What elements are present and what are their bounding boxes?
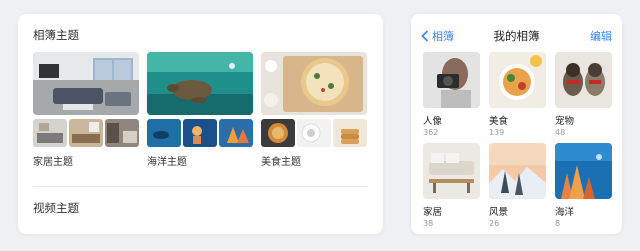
video-themes-title[interactable]: 视频主题 [33,200,79,216]
album-count: 26 [489,219,500,228]
album-count: 38 [423,219,434,228]
album-cover [489,143,546,199]
ocean-thumb-1 [147,119,181,147]
theme-food[interactable]: 美食主题 [261,52,367,168]
home-thumb-1 [33,119,67,147]
theme-label: 海洋主题 [147,157,187,168]
album-home[interactable]: 家居 38 [423,143,480,228]
ocean-theme-photo [147,52,253,115]
ocean-thumb-2 [183,119,217,147]
food-thumb-1 [261,119,295,147]
album-food[interactable]: 美食 139 [489,52,546,137]
divider [33,186,368,187]
back-button[interactable]: 相簿 [421,28,454,44]
album-ocean[interactable]: 海洋 8 [555,143,612,228]
album-count: 139 [489,128,505,137]
album-landscape[interactable]: 风景 26 [489,143,546,228]
album-cover [423,143,480,199]
album-cover [489,52,546,108]
themes-card: 相簿主题 家居主题 海洋主题 美食主题 视频主题 [18,14,383,234]
food-theme-photo [261,52,367,115]
home-thumb-3 [105,119,139,147]
album-count: 362 [423,128,439,137]
album-count: 48 [555,128,566,137]
album-cover [423,52,480,108]
food-thumb-2 [297,119,331,147]
album-name: 海洋 [555,207,575,218]
album-cover [555,52,612,108]
album-cover [555,143,612,199]
theme-label: 美食主题 [261,157,301,168]
album-name: 人像 [423,116,443,127]
home-theme-photo [33,52,139,115]
food-thumb-3 [333,119,367,147]
my-albums-card: 我的相簿 相簿 编辑 人像 362 美食 139 宠物 48 家居 38 风景 … [411,14,622,234]
back-label: 相簿 [432,30,454,43]
album-name: 宠物 [555,116,575,127]
album-name: 家居 [423,207,443,218]
album-portrait[interactable]: 人像 362 [423,52,480,137]
home-thumb-2 [69,119,103,147]
ocean-thumb-3 [219,119,253,147]
theme-ocean[interactable]: 海洋主题 [147,52,253,168]
chevron-left-icon [421,30,429,42]
theme-label: 家居主题 [33,157,73,168]
album-pets[interactable]: 宠物 48 [555,52,612,137]
album-themes-title: 相簿主题 [33,28,79,42]
album-name: 风景 [489,207,509,218]
edit-button[interactable]: 编辑 [590,28,612,44]
album-name: 美食 [489,116,509,127]
theme-home[interactable]: 家居主题 [33,52,139,168]
album-count: 8 [555,219,561,228]
